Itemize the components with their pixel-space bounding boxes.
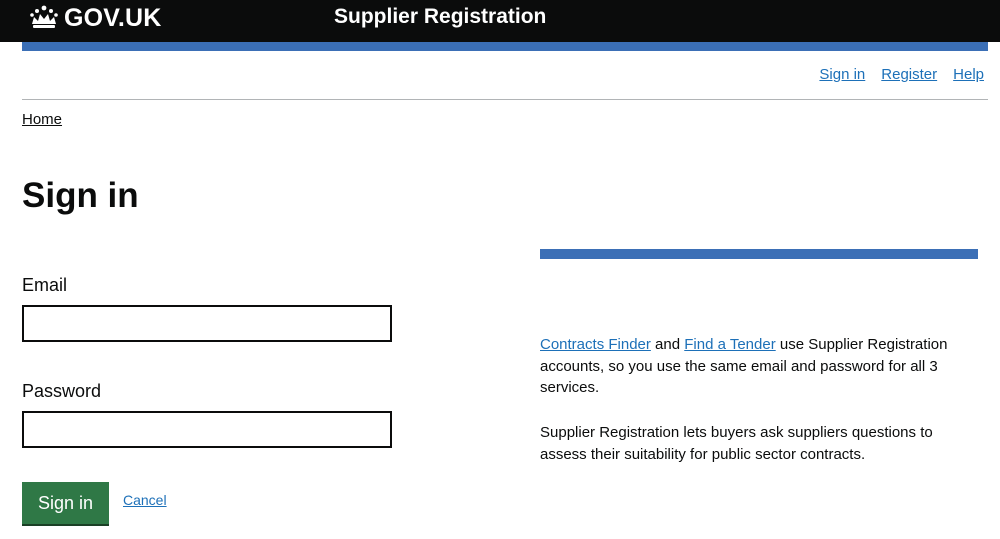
email-input[interactable] bbox=[22, 305, 392, 342]
sidebar-paragraph-2: Supplier Registration lets buyers ask su… bbox=[540, 424, 933, 463]
service-name-link[interactable]: Supplier Registration bbox=[334, 4, 546, 30]
find-a-tender-link[interactable]: Find a Tender bbox=[684, 336, 775, 353]
header-blue-bar bbox=[22, 42, 988, 51]
page-title: Sign in bbox=[22, 176, 139, 215]
nav-help-link[interactable]: Help bbox=[953, 66, 984, 83]
sidebar-paragraph-1: Contracts Finder and Find a Tender use S… bbox=[540, 334, 970, 399]
sign-in-button[interactable]: Sign in bbox=[22, 482, 109, 524]
password-label: Password bbox=[22, 381, 102, 401]
sidebar-blue-bar bbox=[540, 249, 978, 259]
breadcrumb-home-link[interactable]: Home bbox=[22, 111, 62, 128]
logo-text: GOV.UK bbox=[64, 3, 162, 32]
nav-register-link[interactable]: Register bbox=[881, 66, 937, 83]
nav-divider bbox=[22, 99, 988, 100]
sidebar-text-and: and bbox=[650, 336, 685, 353]
nav-sign-in-link[interactable]: Sign in bbox=[819, 66, 865, 83]
govuk-logo-link[interactable]: GOV.UK bbox=[28, 2, 162, 34]
crown-icon bbox=[30, 5, 58, 28]
contracts-finder-link[interactable]: Contracts Finder bbox=[540, 336, 651, 353]
site-header: GOV.UK Supplier Registration bbox=[0, 0, 1000, 42]
top-nav: Sign in Register Help bbox=[819, 66, 984, 83]
password-input[interactable] bbox=[22, 411, 392, 448]
email-label: Email bbox=[22, 275, 68, 295]
cancel-link[interactable]: Cancel bbox=[123, 492, 167, 508]
